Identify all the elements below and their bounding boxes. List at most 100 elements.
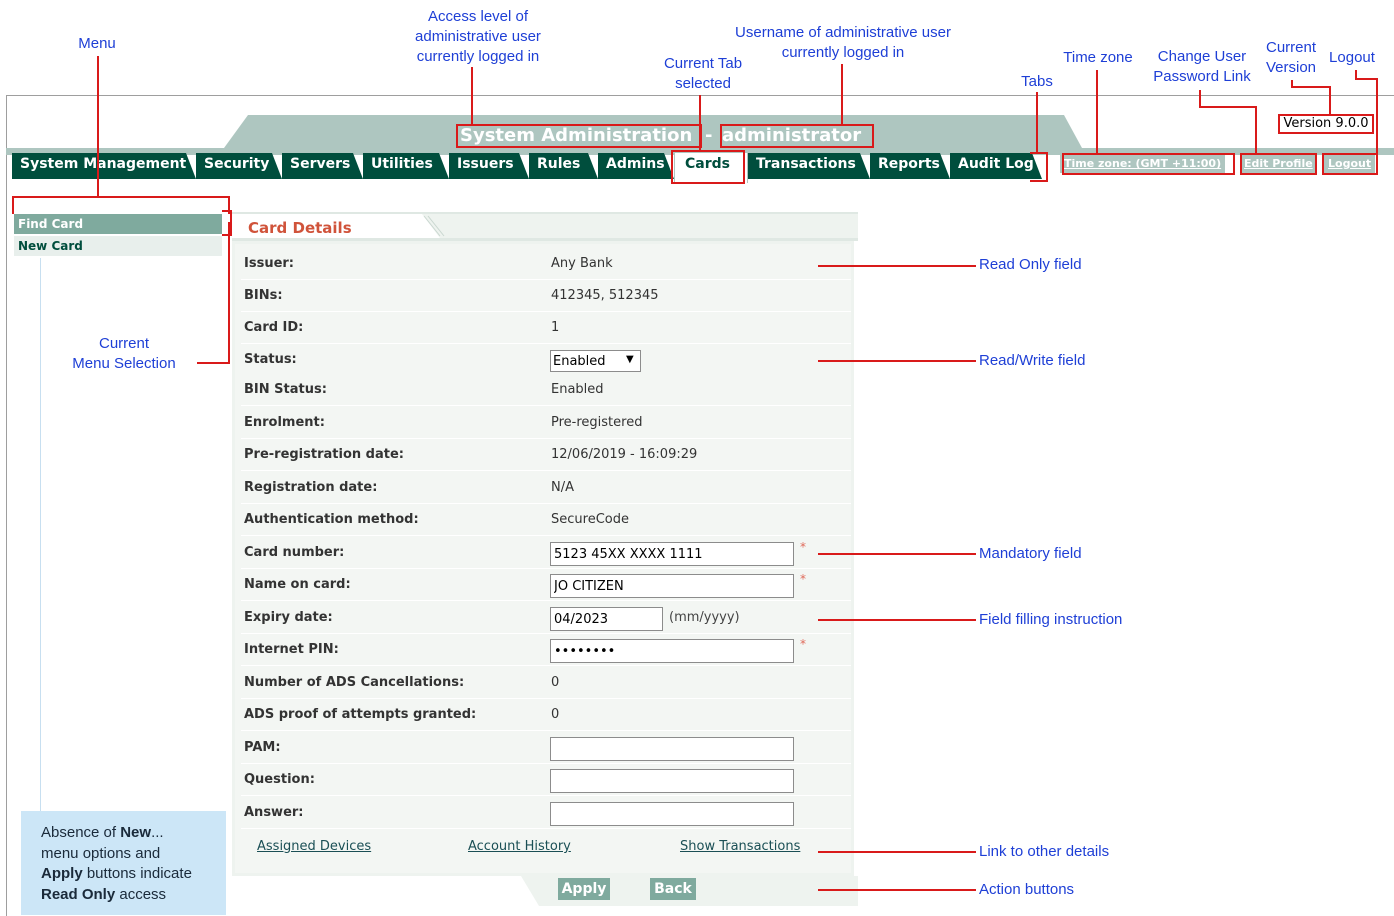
menu-item-new-card[interactable]: New Card: [14, 236, 222, 256]
highlight-menu: [12, 196, 230, 214]
leader-line-version: [1291, 86, 1331, 88]
leader-line-logout: [1376, 78, 1378, 166]
question-input[interactable]: [550, 769, 794, 793]
annotation-current-version: Current Version: [1258, 38, 1324, 78]
highlight-username: [720, 124, 874, 148]
version-label: Version 9.0.0: [1278, 114, 1374, 134]
field-label: Authentication method:: [244, 512, 419, 527]
annotation-menu: Menu: [78, 35, 116, 52]
leader-line-password: [1199, 106, 1257, 108]
status-select[interactable]: Enabled: [550, 350, 641, 372]
panel-title: Card Details: [248, 219, 352, 237]
field-label: Status:: [244, 352, 297, 367]
field-label: Pre-registration date:: [244, 447, 404, 462]
leader-line-menu-selection: [228, 222, 230, 364]
menu-divider: [40, 258, 41, 811]
panel-header: Card Details: [232, 212, 858, 241]
tab-reports[interactable]: Reports: [870, 153, 950, 179]
field-row-pin: Internet PIN: *: [241, 635, 851, 666]
highlight-menu-selection: [222, 210, 232, 236]
field-value: Any Bank: [551, 256, 613, 271]
annotation-line-2: selected: [675, 75, 731, 92]
field-label: Name on card:: [244, 577, 351, 592]
tab-rules[interactable]: Rules: [529, 153, 598, 179]
field-label: Card number:: [244, 545, 345, 560]
tab-issuers[interactable]: Issuers: [449, 153, 529, 179]
annotation-tabs: Tabs: [1021, 73, 1053, 90]
tab-admins[interactable]: Admins: [598, 153, 674, 179]
highlight-edit-profile: [1240, 153, 1317, 175]
field-row-prereg-date: Pre-registration date: 12/06/2019 - 16:0…: [241, 440, 851, 471]
leader-line-buttons: [818, 889, 976, 891]
internet-pin-input[interactable]: [550, 639, 794, 663]
leader-line-mandatory: [818, 553, 976, 555]
field-label: ADS proof of attempts granted:: [244, 707, 477, 722]
card-number-input[interactable]: [550, 542, 794, 566]
annotation-line-3: currently logged in: [416, 48, 540, 65]
highlight-tabs: [1030, 152, 1048, 182]
field-row-card-number: Card number: *: [241, 538, 851, 569]
answer-input[interactable]: [550, 802, 794, 826]
annotation-line-2: administrative user: [415, 28, 541, 45]
name-on-card-input[interactable]: [550, 574, 794, 598]
show-transactions-link[interactable]: Show Transactions: [680, 839, 800, 854]
leader-line-tabs: [1036, 92, 1038, 152]
leader-line-links: [818, 851, 976, 853]
tab-security[interactable]: Security: [196, 153, 282, 179]
required-marker: *: [800, 637, 806, 651]
leader-line-username: [841, 64, 843, 124]
tab-servers[interactable]: Servers: [282, 153, 363, 179]
annotation-time-zone: Time zone: [1063, 49, 1133, 66]
leader-line-menu: [97, 56, 99, 196]
field-value: 1: [551, 320, 560, 335]
highlight-current-tab: [671, 150, 745, 184]
pam-input[interactable]: [550, 737, 794, 761]
leader-line-menu-selection: [197, 362, 230, 364]
annotation-line-2: currently logged in: [781, 44, 905, 61]
assigned-devices-link[interactable]: Assigned Devices: [257, 839, 371, 854]
field-row-expiry: Expiry date: (mm/yyyy): [241, 603, 851, 634]
field-label: Answer:: [244, 805, 304, 820]
annotation-access-level: Access level of administrative user curr…: [400, 7, 556, 67]
field-hint: (mm/yyyy): [669, 610, 740, 625]
annotation-line-1: Change User: [1157, 48, 1247, 65]
expiry-date-input[interactable]: [550, 607, 663, 631]
note-text: buttons indicate: [82, 865, 192, 882]
field-row-status: Status: Enabled ▼: [241, 345, 851, 376]
field-label: Registration date:: [244, 480, 378, 495]
field-label: Card ID:: [244, 320, 304, 335]
required-marker: *: [800, 540, 806, 554]
title-separator: -: [705, 125, 713, 146]
field-value: Enabled: [551, 382, 604, 397]
tab-transactions[interactable]: Transactions: [748, 153, 870, 179]
panel-body: Issuer: Any Bank BINs: 412345, 512345 Ca…: [232, 241, 854, 876]
field-value: 0: [551, 675, 560, 690]
tab-audit-log[interactable]: Audit Log: [950, 153, 1042, 179]
annotation-line-1: Current: [1265, 39, 1317, 56]
back-button[interactable]: Back: [650, 878, 696, 900]
field-row-issuer: Issuer: Any Bank: [241, 249, 851, 280]
annotation-username: Username of administrative user currentl…: [712, 23, 974, 63]
note-text: access: [115, 885, 167, 903]
highlight-logout: [1322, 153, 1378, 175]
detail-links: Assigned Devices Account History Show Tr…: [241, 833, 851, 863]
field-row-reg-date: Registration date: N/A: [241, 473, 851, 504]
account-history-link[interactable]: Account History: [468, 839, 571, 854]
tab-utilities[interactable]: Utilities: [363, 153, 449, 179]
leader-line-current-tab: [699, 95, 701, 150]
required-marker: *: [800, 572, 806, 586]
apply-button[interactable]: Apply: [558, 878, 610, 900]
note-text: New: [120, 824, 152, 841]
field-value: 412345, 512345: [551, 288, 659, 303]
note-text: ...: [151, 824, 164, 841]
field-row-pam: PAM:: [241, 733, 851, 764]
field-value: Pre-registered: [551, 415, 643, 430]
menu-item-find-card[interactable]: Find Card: [14, 214, 222, 234]
tab-system-management[interactable]: System Management: [12, 153, 196, 179]
annotation-line-2: Version: [1265, 59, 1317, 76]
field-row-ads-cancellations: Number of ADS Cancellations: 0: [241, 668, 851, 699]
leader-line-time-zone: [1096, 70, 1098, 153]
highlight-access-level: [456, 124, 702, 148]
field-label: BINs:: [244, 288, 283, 303]
leader-line-read-only: [818, 265, 976, 267]
